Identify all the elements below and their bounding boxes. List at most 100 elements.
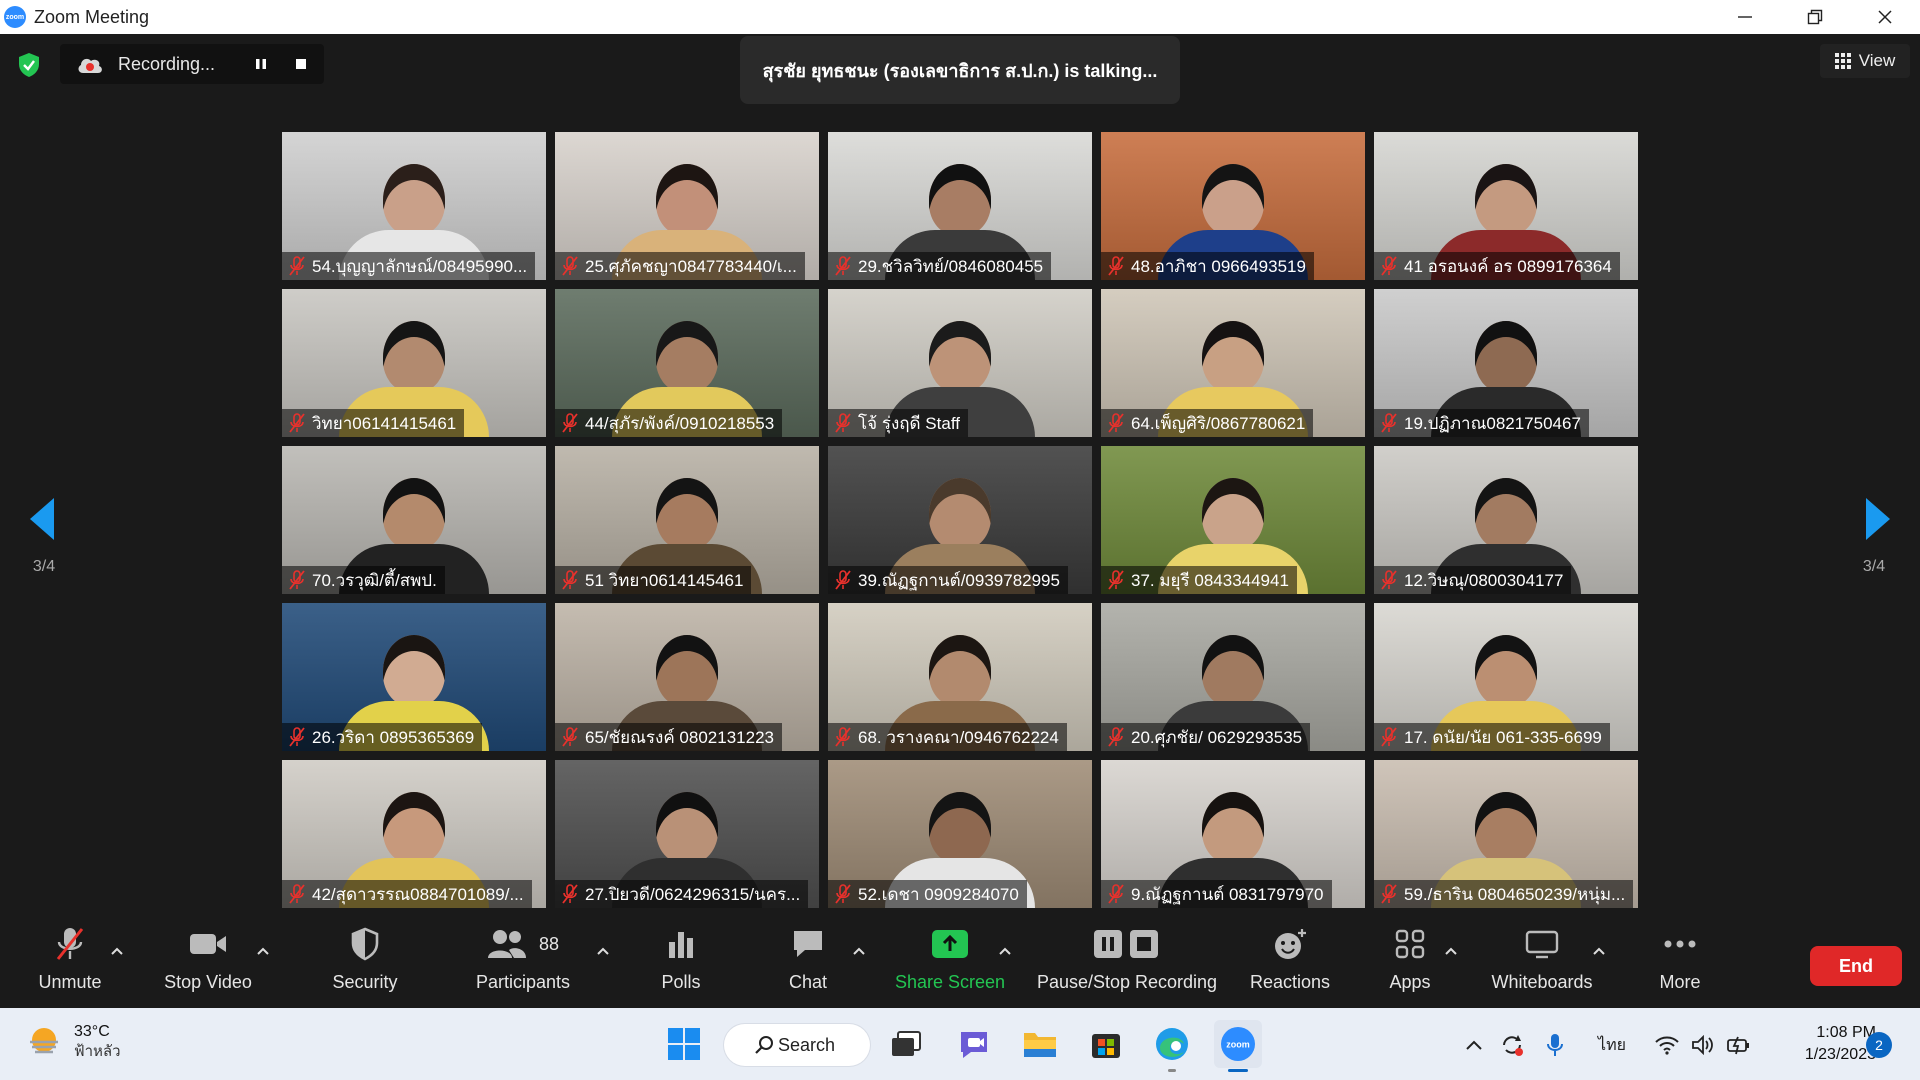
security-shield-icon xyxy=(351,927,379,961)
audio-options-chevron-up-icon[interactable] xyxy=(108,944,126,958)
volume-tray-button[interactable] xyxy=(1688,1030,1718,1060)
participant-video-tile[interactable]: 26.วริดา 0895365369 xyxy=(282,603,546,751)
participant-head xyxy=(1202,478,1264,550)
chat-button[interactable]: Chat xyxy=(768,924,848,1004)
minimize-button[interactable] xyxy=(1710,0,1780,34)
video-options-chevron-up-icon[interactable] xyxy=(254,944,272,958)
participant-video-tile[interactable]: 70.วรวุฒิ/ตี้/สพป. xyxy=(282,446,546,594)
participant-video-tile[interactable]: 12.วิษณุ/0800304177 xyxy=(1374,446,1638,594)
participant-video-tile[interactable]: 39.ณัฏฐกานต์/0939782995 xyxy=(828,446,1092,594)
pause-stop-recording-button[interactable]: Pause/Stop Recording xyxy=(1034,924,1220,1004)
participant-video-tile[interactable]: 17. ดนัย/นัย 061-335-6699 xyxy=(1374,603,1638,751)
polls-bar-chart-icon xyxy=(669,932,693,958)
participant-video-tile[interactable]: 41 อรอนงค์ อร 0899176364 xyxy=(1374,132,1638,280)
participant-name-bar: 70.วรวุฒิ/ตี้/สพป. xyxy=(282,566,445,594)
title-bar: zoom Zoom Meeting xyxy=(0,0,1920,34)
view-button[interactable]: View xyxy=(1820,44,1910,78)
participant-name: 9.ณัฏฐกานต์ 0831797970 xyxy=(1131,884,1324,904)
security-button[interactable]: Security xyxy=(326,924,404,1004)
show-hidden-icons-button[interactable] xyxy=(1462,1030,1486,1060)
participant-name: 59./ธาริน 0804650239/หนุ่ม... xyxy=(1404,884,1626,904)
weather-widget[interactable]: 33°C ฟ้าหลัว xyxy=(26,1022,121,1062)
zoom-taskbar-button[interactable]: zoom xyxy=(1214,1020,1262,1072)
share-options-chevron-up-icon[interactable] xyxy=(996,944,1014,958)
teams-chat-button[interactable] xyxy=(950,1020,998,1068)
whiteboards-options-chevron-up-icon[interactable] xyxy=(1590,944,1608,958)
share-screen-button[interactable]: Share Screen xyxy=(892,924,1008,1004)
participants-button[interactable]: 88 Participants xyxy=(470,924,576,1004)
participant-head xyxy=(1202,321,1264,393)
whiteboards-button[interactable]: Whiteboards xyxy=(1486,924,1598,1004)
participant-video-tile[interactable]: 59./ธาริน 0804650239/หนุ่ม... xyxy=(1374,760,1638,908)
microphone-tray-button[interactable] xyxy=(1540,1030,1570,1060)
file-explorer-button[interactable] xyxy=(1016,1020,1064,1068)
participants-count: 88 xyxy=(538,933,560,954)
participant-name: 27.ปิยวดี/0624296315/นคร... xyxy=(585,884,801,904)
stop-video-button[interactable]: Stop Video xyxy=(160,924,256,1004)
participant-video-tile[interactable]: 37. มยุรี 0843344941 xyxy=(1101,446,1365,594)
participant-video-tile[interactable]: 65/ชัยณรงค์ 0802131223 xyxy=(555,603,819,751)
participant-video-tile[interactable]: 19.ปฏิภาณ0821750467 xyxy=(1374,289,1638,437)
participant-video-tile[interactable]: 68. วรางคณา/0946762224 xyxy=(828,603,1092,751)
participant-video-tile[interactable]: 27.ปิยวดี/0624296315/นคร... xyxy=(555,760,819,908)
more-button[interactable]: More xyxy=(1652,924,1708,1004)
participant-name-bar: 29.ชวิลวิทย์/0846080455 xyxy=(828,252,1052,280)
participant-name: 44/สุภัร/พังค์/0910218553 xyxy=(585,413,775,433)
page-indicator-left: 3/4 xyxy=(32,558,56,575)
participant-video-tile[interactable]: 51 วิทยา0614145461 xyxy=(555,446,819,594)
muted-mic-icon xyxy=(562,570,578,590)
notification-badge[interactable]: 2 xyxy=(1866,1032,1892,1058)
participant-video-tile[interactable]: 64.เพ็ญศิริ/0867780621 xyxy=(1101,289,1365,437)
encryption-shield-icon[interactable] xyxy=(14,50,44,80)
wifi-icon xyxy=(1655,1036,1679,1055)
participant-video-tile[interactable]: 9.ณัฏฐกานต์ 0831797970 xyxy=(1101,760,1365,908)
battery-tray-button[interactable] xyxy=(1724,1030,1754,1060)
input-language[interactable]: ไทย xyxy=(1592,1030,1632,1060)
start-button[interactable] xyxy=(660,1020,708,1068)
participant-name: 37. มยุรี 0843344941 xyxy=(1131,570,1289,590)
close-button[interactable] xyxy=(1850,0,1920,34)
muted-mic-icon xyxy=(289,570,305,590)
microsoft-store-button[interactable] xyxy=(1082,1020,1130,1068)
participant-video-tile[interactable]: 48.อาภิชา 0966493519 xyxy=(1101,132,1365,280)
participant-video-tile[interactable]: โจ้ รุ่งฤดี Staff xyxy=(828,289,1092,437)
muted-mic-icon xyxy=(835,570,851,590)
participant-video-tile[interactable]: 54.บุญญาลักษณ์/08495990... xyxy=(282,132,546,280)
participant-head xyxy=(383,321,445,393)
restore-button[interactable] xyxy=(1780,0,1850,34)
page-indicator-right: 3/4 xyxy=(1862,558,1886,575)
participant-name-bar: 51 วิทยา0614145461 xyxy=(555,566,752,594)
pause-recording-button[interactable] xyxy=(246,50,276,78)
participants-icon xyxy=(487,930,526,958)
unmute-button[interactable]: Unmute xyxy=(28,924,112,1004)
polls-button[interactable]: Polls xyxy=(640,924,722,1004)
participant-name: 20.ศุภชัย/ 0629293535 xyxy=(1131,727,1303,747)
wifi-tray-button[interactable] xyxy=(1652,1030,1682,1060)
stop-recording-button[interactable] xyxy=(286,50,316,78)
participant-video-tile[interactable]: 20.ศุภชัย/ 0629293535 xyxy=(1101,603,1365,751)
participant-video-tile[interactable]: 42/สุดาวรรณ0884701089/... xyxy=(282,760,546,908)
participant-video-tile[interactable]: 25.ศุภัคชญา0847783440/เ... xyxy=(555,132,819,280)
participant-video-tile[interactable]: วิทยา06141415461 xyxy=(282,289,546,437)
chat-options-chevron-up-icon[interactable] xyxy=(850,944,868,958)
participants-options-chevron-up-icon[interactable] xyxy=(594,944,612,958)
reactions-button[interactable]: Reactions xyxy=(1244,924,1336,1004)
participant-video-tile[interactable]: 52.เดชา 0909284070 xyxy=(828,760,1092,908)
participant-video-tile[interactable]: 29.ชวิลวิทย์/0846080455 xyxy=(828,132,1092,280)
apps-options-chevron-up-icon[interactable] xyxy=(1442,944,1460,958)
participant-video-tile[interactable]: 44/สุภัร/พังค์/0910218553 xyxy=(555,289,819,437)
edge-browser-button[interactable] xyxy=(1148,1020,1196,1072)
sync-tray-button[interactable] xyxy=(1496,1030,1528,1060)
end-meeting-button[interactable]: End xyxy=(1810,946,1902,986)
participant-head xyxy=(1475,478,1537,550)
system-clock[interactable]: 1:08 PM 1/23/2023 xyxy=(1766,1022,1876,1066)
task-view-button[interactable] xyxy=(882,1020,930,1068)
participant-name: 26.วริดา 0895365369 xyxy=(312,727,475,747)
previous-page-button[interactable] xyxy=(28,496,58,542)
apps-button[interactable]: Apps xyxy=(1380,924,1440,1004)
taskbar-search[interactable]: Search xyxy=(724,1024,870,1066)
next-page-button[interactable] xyxy=(1862,496,1892,542)
muted-mic-icon xyxy=(562,884,578,904)
participant-head xyxy=(1475,321,1537,393)
battery-charging-icon xyxy=(1727,1036,1749,1055)
